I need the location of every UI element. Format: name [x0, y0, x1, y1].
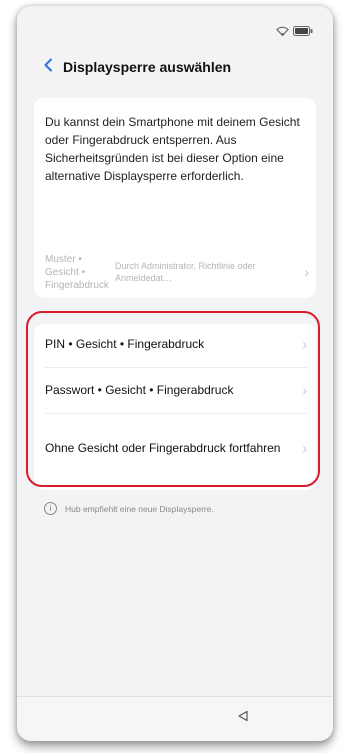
info-text: Du kannst dein Smartphone mit deinem Ges…	[45, 115, 300, 183]
phone-screen: Displaysperre auswählen Du kannst dein S…	[17, 6, 333, 741]
chevron-right-icon: ›	[302, 440, 307, 456]
option-label: Ohne Gesicht oder Fingerabdruck fortfahr…	[45, 440, 281, 455]
lock-options-card: PIN • Gesicht • Fingerabdruck › Passwort…	[34, 324, 316, 490]
hint-text: Hub empfiehlt eine neue Displaysperre.	[65, 503, 214, 514]
pattern-option-label: Muster • Gesicht • Fingerabdruck	[45, 253, 109, 291]
option-pin[interactable]: PIN • Gesicht • Fingerabdruck ›	[45, 324, 307, 364]
chevron-right-icon: ›	[302, 336, 307, 352]
pattern-option-note: Durch Administrator, Richtlinie oder Anm…	[115, 261, 256, 283]
nav-back-button[interactable]	[234, 709, 252, 727]
info-card: Du kannst dein Smartphone mit deinem Ges…	[34, 98, 316, 298]
navigation-bar	[17, 696, 333, 741]
chevron-right-icon: ›	[304, 264, 309, 280]
option-label: PIN • Gesicht • Fingerabdruck	[45, 336, 205, 351]
triangle-back-icon	[237, 709, 249, 727]
back-button[interactable]	[35, 54, 61, 80]
battery-icon	[293, 26, 313, 36]
wifi-icon	[276, 26, 289, 36]
chevron-left-icon	[43, 58, 53, 77]
divider	[45, 413, 307, 414]
pattern-option-disabled: Muster • Gesicht • Fingerabdruck Durch A…	[45, 248, 309, 296]
option-label: Passwort • Gesicht • Fingerabdruck	[45, 382, 234, 397]
hint-row: i Hub empfiehlt eine neue Displaysperre.	[44, 502, 214, 515]
divider	[45, 367, 307, 368]
option-password[interactable]: Passwort • Gesicht • Fingerabdruck ›	[45, 369, 307, 411]
info-icon: i	[44, 502, 57, 515]
page-header: Displaysperre auswählen	[17, 50, 333, 84]
chevron-right-icon: ›	[302, 382, 307, 398]
status-bar	[276, 24, 313, 38]
page-title: Displaysperre auswählen	[63, 59, 232, 75]
option-continue-without[interactable]: Ohne Gesicht oder Fingerabdruck fortfahr…	[45, 416, 307, 480]
